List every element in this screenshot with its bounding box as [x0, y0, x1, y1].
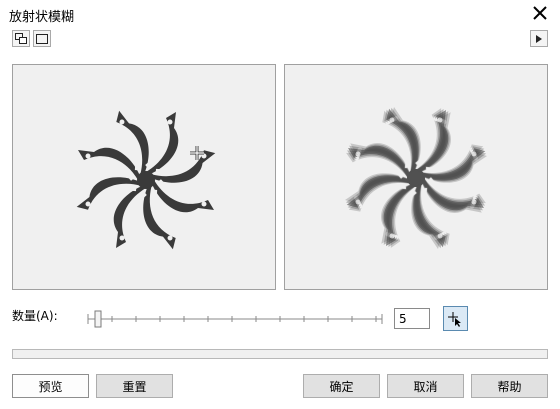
- amount-label: 数量(A):: [12, 309, 58, 323]
- close-button[interactable]: [528, 2, 552, 24]
- cancel-button[interactable]: 取消: [387, 374, 464, 398]
- pick-center-button[interactable]: [443, 306, 468, 331]
- help-button[interactable]: 帮助: [471, 374, 548, 398]
- blurred-image: [341, 103, 491, 253]
- dual-preview-button[interactable]: [12, 30, 30, 47]
- slider-thumb: [94, 310, 102, 328]
- single-preview-button[interactable]: [33, 30, 51, 47]
- amount-input[interactable]: [394, 308, 430, 329]
- expand-button[interactable]: [530, 30, 548, 47]
- reset-button[interactable]: 重置: [96, 374, 173, 398]
- original-image: [76, 110, 216, 250]
- original-preview-panel[interactable]: [12, 64, 276, 290]
- crosshair-cursor-icon: [447, 311, 461, 327]
- single-preview-icon: [36, 33, 48, 44]
- window-title: 放射状模糊: [9, 10, 75, 25]
- result-preview-panel[interactable]: [284, 64, 548, 290]
- close-icon: [533, 6, 547, 20]
- expand-arrow-icon: [536, 34, 542, 43]
- preview-button[interactable]: 预览: [12, 374, 89, 398]
- dual-preview-icon: [15, 33, 27, 44]
- ok-button[interactable]: 确定: [303, 374, 380, 398]
- amount-slider[interactable]: [86, 310, 384, 328]
- title-bar: 放射状模糊: [0, 0, 560, 28]
- progress-bar: [12, 349, 548, 359]
